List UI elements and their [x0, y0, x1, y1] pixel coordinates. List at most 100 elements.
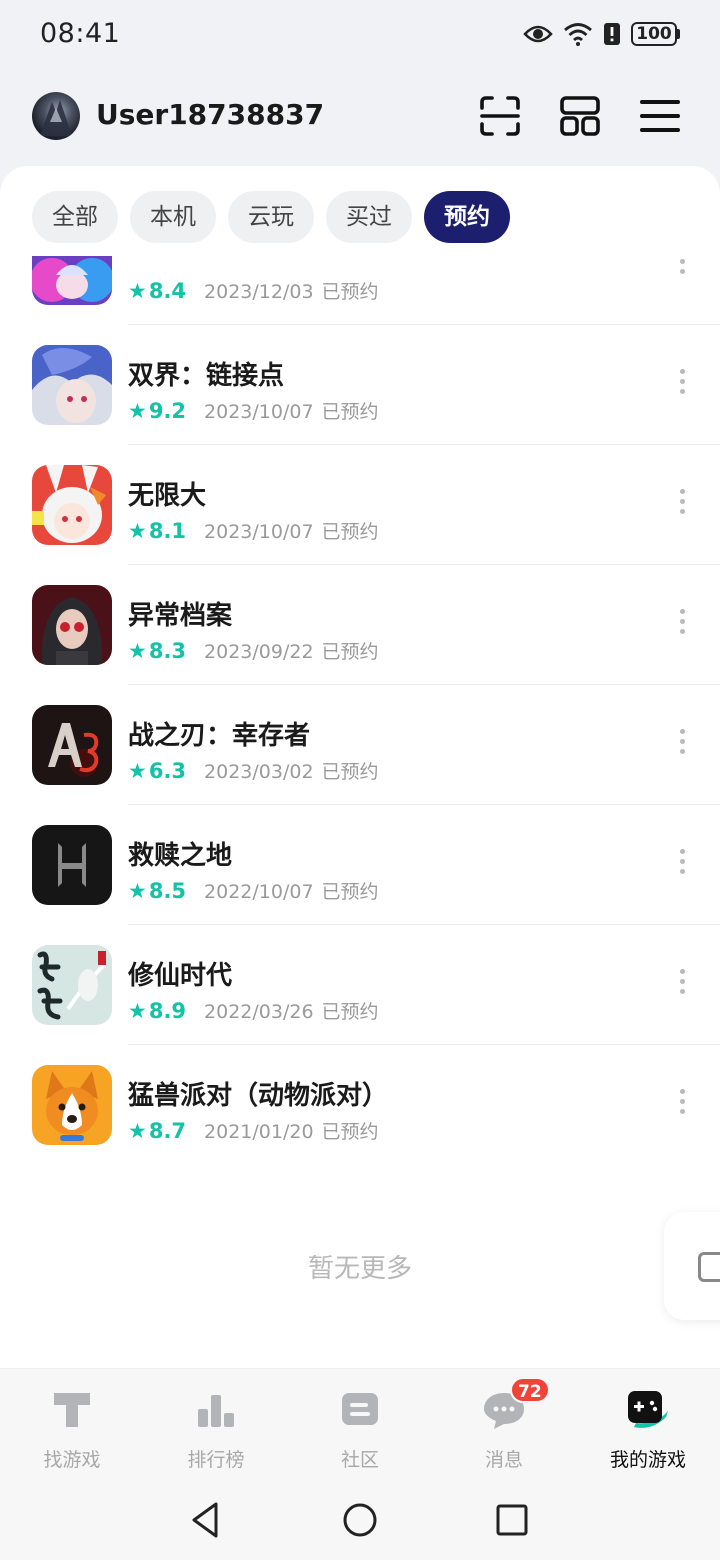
status-bar: 08:41 100 — [0, 0, 720, 70]
more-options-icon[interactable] — [672, 609, 692, 641]
game-meta: ★ 8.1 2023/10/07 已预约 — [128, 517, 379, 544]
star-icon: ★ — [128, 879, 147, 903]
reservation-list-panel: 全部 本机 云玩 买过 预约 ★ 8.4 2023/12/03 已预约 双界：链… — [0, 166, 720, 1376]
nav-messages[interactable]: 72 消息 — [432, 1369, 576, 1481]
list-item[interactable]: 猛兽派对（动物派对） ★ 8.7 2021/01/20 已预约 — [0, 1045, 720, 1165]
reserve-status: 已预约 — [321, 281, 379, 303]
game-score: 9.2 — [148, 399, 187, 423]
game-score: 6.3 — [148, 759, 187, 783]
status-icons: 100 — [523, 18, 680, 50]
game-meta: ★ 9.2 2023/10/07 已预约 — [128, 397, 379, 424]
recents-icon[interactable] — [492, 1500, 532, 1540]
reserve-date: 2021/01/20 — [204, 1121, 314, 1143]
more-options-icon[interactable] — [672, 969, 692, 1001]
avatar[interactable] — [32, 92, 80, 140]
tab-purchased[interactable]: 买过 — [326, 191, 412, 243]
corgi-dog-icon — [32, 1065, 112, 1145]
game-title: 修仙时代 — [128, 961, 233, 991]
reserve-date: 2023/03/02 — [204, 761, 314, 783]
game-title: 无限大 — [128, 481, 207, 511]
tab-cloud[interactable]: 云玩 — [228, 191, 314, 243]
tab-local[interactable]: 本机 — [130, 191, 216, 243]
blue-hair-character-icon — [32, 345, 112, 425]
sunglasses-woman-icon — [32, 585, 112, 665]
wifi-icon — [564, 23, 592, 46]
game-meta: ★ 8.9 2022/03/26 已预约 — [128, 997, 379, 1024]
download-icon — [698, 1252, 720, 1282]
a3-logo-icon — [32, 705, 112, 785]
star-icon: ★ — [128, 999, 147, 1023]
game-score: 8.9 — [148, 999, 187, 1023]
nav-ranking[interactable]: 排行榜 — [144, 1369, 288, 1481]
game-meta: ★ 8.5 2022/10/07 已预约 — [128, 877, 379, 904]
more-options-icon[interactable] — [672, 489, 692, 521]
star-icon: ★ — [128, 279, 147, 303]
reserve-status: 已预约 — [321, 401, 379, 423]
reserve-date: 2023/12/03 — [204, 281, 314, 303]
list-item[interactable]: 异常档案 ★ 8.3 2023/09/22 已预约 — [0, 565, 720, 685]
nav-label: 排行榜 — [187, 1449, 245, 1471]
floating-download-button[interactable] — [664, 1212, 720, 1320]
star-icon: ★ — [128, 639, 147, 663]
username[interactable]: User18738837 — [96, 98, 324, 131]
eye-icon — [523, 25, 553, 43]
menu-icon[interactable] — [638, 94, 682, 138]
battery-level: 100 — [631, 22, 677, 46]
game-title: 双界：链接点 — [128, 361, 285, 391]
reserve-status: 已预约 — [321, 1121, 379, 1143]
tab-reserved[interactable]: 预约 — [424, 191, 510, 243]
star-icon: ★ — [128, 399, 147, 423]
list-item[interactable]: 修仙时代 ★ 8.9 2022/03/26 已预约 — [0, 925, 720, 1045]
more-options-icon[interactable] — [672, 369, 692, 401]
h-logo-icon — [32, 825, 112, 905]
nav-find-game[interactable]: 找游戏 — [0, 1369, 144, 1481]
ranking-icon — [198, 1395, 234, 1427]
layout-grid-icon[interactable] — [558, 94, 602, 138]
bottom-nav: 找游戏 排行榜 社区 72 消息 我的游戏 — [0, 1368, 720, 1480]
nav-label: 消息 — [484, 1449, 523, 1471]
more-options-icon[interactable] — [672, 849, 692, 881]
scan-icon[interactable] — [478, 94, 522, 138]
header: User18738837 — [0, 80, 720, 160]
list-item[interactable]: 双界：链接点 ★ 9.2 2023/10/07 已预约 — [0, 325, 720, 445]
game-title: 战之刃：幸存者 — [128, 721, 311, 751]
list-item[interactable]: 战之刃：幸存者 ★ 6.3 2023/03/02 已预约 — [0, 685, 720, 805]
game-score: 8.5 — [148, 879, 187, 903]
white-hair-bunny-girl-icon — [32, 465, 112, 545]
home-icon[interactable] — [340, 1500, 380, 1540]
reserve-date: 2023/10/07 — [204, 521, 314, 543]
reserve-date: 2022/10/07 — [204, 881, 314, 903]
nav-label: 社区 — [340, 1449, 379, 1471]
more-options-icon[interactable] — [672, 729, 692, 761]
reserve-date: 2022/03/26 — [204, 1001, 314, 1023]
game-score: 8.3 — [148, 639, 187, 663]
list-item[interactable]: 无限大 ★ 8.1 2023/10/07 已预约 — [0, 445, 720, 565]
game-score: 8.1 — [148, 519, 187, 543]
game-title: 猛兽派对（动物派对） — [128, 1081, 389, 1111]
list-end-text: 暂无更多 — [307, 1254, 412, 1284]
star-icon: ★ — [128, 1119, 147, 1143]
xiuxian-calligraphy-icon — [32, 945, 112, 1025]
alert-icon — [604, 23, 620, 45]
reserve-status: 已预约 — [321, 881, 379, 903]
battery-icon: 100 — [631, 22, 680, 46]
reserve-date: 2023/09/22 — [204, 641, 314, 663]
nav-my-games[interactable]: 我的游戏 — [576, 1369, 720, 1481]
reserve-status: 已预约 — [321, 521, 379, 543]
nav-label: 找游戏 — [43, 1449, 101, 1471]
game-meta: ★ 6.3 2023/03/02 已预约 — [128, 757, 379, 784]
community-icon — [342, 1393, 378, 1425]
game-score: 8.4 — [148, 279, 187, 303]
game-list: ★ 8.4 2023/12/03 已预约 双界：链接点 ★ 9.2 2023/1… — [0, 205, 720, 1165]
status-time: 08:41 — [40, 18, 121, 49]
reserve-status: 已预约 — [321, 641, 379, 663]
star-icon: ★ — [128, 759, 147, 783]
tab-all[interactable]: 全部 — [32, 191, 118, 243]
my-games-icon — [628, 1391, 668, 1428]
reserve-status: 已预约 — [321, 1001, 379, 1023]
more-options-icon[interactable] — [672, 1089, 692, 1121]
nav-community[interactable]: 社区 — [288, 1369, 432, 1481]
back-icon[interactable] — [186, 1500, 226, 1540]
game-meta: ★ 8.7 2021/01/20 已预约 — [128, 1117, 379, 1144]
list-item[interactable]: 救赎之地 ★ 8.5 2022/10/07 已预约 — [0, 805, 720, 925]
